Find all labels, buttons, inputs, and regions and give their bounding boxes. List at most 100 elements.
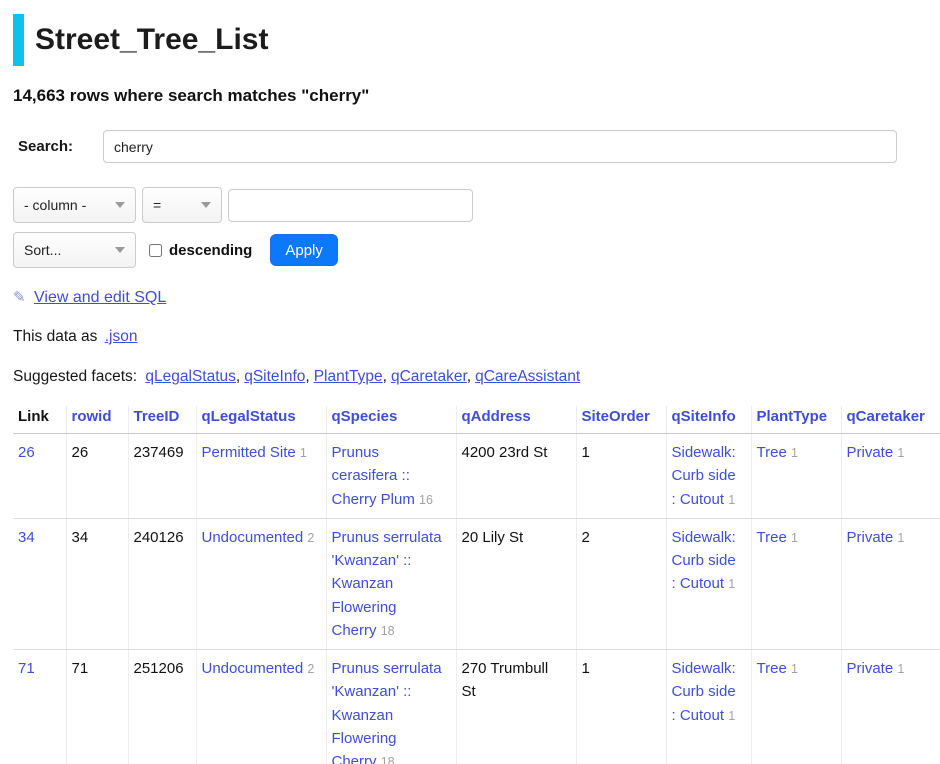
- facet-count: 16: [419, 493, 433, 507]
- cell-link[interactable]: Prunus serrulata 'Kwanzan' :: Kwanzan Fl…: [332, 660, 442, 764]
- column-header-link-PlantType[interactable]: PlantType: [757, 408, 828, 425]
- column-header-link-TreeID[interactable]: TreeID: [134, 408, 180, 425]
- cell-SiteOrder: 1: [576, 434, 666, 519]
- page-header: Street_Tree_List: [13, 14, 940, 66]
- cell-link[interactable]: 71: [18, 660, 35, 677]
- cell-link[interactable]: Tree: [757, 444, 787, 461]
- cell-link[interactable]: 26: [18, 444, 35, 461]
- column-header-link-qSpecies[interactable]: qSpecies: [332, 408, 398, 425]
- cell-link[interactable]: Sidewalk: Curb side : Cutout: [672, 529, 736, 593]
- cell-Link: 71: [13, 650, 66, 764]
- facet-link-qCareAssistant[interactable]: qCareAssistant: [475, 368, 580, 385]
- cell-text: 20 Lily St: [462, 529, 524, 546]
- cell-link[interactable]: Undocumented: [202, 660, 304, 677]
- cell-qCaretaker: Private 1: [841, 518, 940, 649]
- facet-count: 1: [728, 709, 735, 723]
- cell-qLegalStatus: Permitted Site 1: [196, 434, 326, 519]
- column-header-PlantType: PlantType: [751, 406, 841, 434]
- cell-link[interactable]: Private: [847, 660, 894, 677]
- search-label: Search:: [13, 138, 103, 155]
- cell-text: 270 Trumbull St: [462, 660, 549, 700]
- column-header-rowid: rowid: [66, 406, 128, 434]
- filter-op-select[interactable]: =: [142, 187, 222, 223]
- descending-checkbox[interactable]: [149, 244, 162, 257]
- cell-text: 71: [72, 660, 89, 677]
- facet-link-qSiteInfo[interactable]: qSiteInfo: [244, 368, 305, 385]
- cell-qSpecies: Prunus cerasifera :: Cherry Plum 16: [326, 434, 456, 519]
- view-edit-sql-link[interactable]: View and edit SQL: [34, 289, 166, 306]
- sql-line: ✎ View and edit SQL: [13, 288, 940, 307]
- suggested-facets-line: Suggested facets: qLegalStatus,qSiteInfo…: [13, 368, 940, 386]
- facet-count: 1: [728, 577, 735, 591]
- cell-link[interactable]: Prunus serrulata 'Kwanzan' :: Kwanzan Fl…: [332, 529, 442, 639]
- op-select-wrap: =: [142, 187, 222, 223]
- facet-link-qCaretaker[interactable]: qCaretaker: [391, 368, 467, 385]
- cell-text: 240126: [134, 529, 184, 546]
- search-row: Search:: [13, 130, 940, 163]
- cell-Link: 34: [13, 518, 66, 649]
- accent-bar: [13, 14, 24, 66]
- column-header-link-SiteOrder[interactable]: SiteOrder: [582, 408, 650, 425]
- cell-PlantType: Tree 1: [751, 434, 841, 519]
- cell-PlantType: Tree 1: [751, 518, 841, 649]
- sort-select-wrap: Sort...: [13, 232, 136, 268]
- page-title: Street_Tree_List: [35, 23, 268, 57]
- column-header-link-qLegalStatus[interactable]: qLegalStatus: [202, 408, 296, 425]
- descending-label: descending: [169, 242, 252, 259]
- cell-link[interactable]: 34: [18, 529, 35, 546]
- facet-count: 1: [728, 493, 735, 507]
- cell-qAddress: 4200 23rd St: [456, 434, 576, 519]
- sort-row: Sort... descending Apply: [13, 232, 940, 268]
- suggested-facets-prefix: Suggested facets:: [13, 368, 137, 385]
- cell-PlantType: Tree 1: [751, 650, 841, 764]
- facet-link-qLegalStatus[interactable]: qLegalStatus: [145, 368, 236, 385]
- json-link[interactable]: .json: [105, 328, 138, 345]
- facet-count: 18: [381, 755, 395, 764]
- cell-link[interactable]: Tree: [757, 660, 787, 677]
- apply-button[interactable]: Apply: [270, 234, 338, 266]
- facet-link-PlantType[interactable]: PlantType: [314, 368, 383, 385]
- sort-select[interactable]: Sort...: [13, 232, 136, 268]
- filter-value-input[interactable]: [228, 189, 473, 222]
- facet-count: 1: [897, 531, 904, 545]
- cell-qAddress: 20 Lily St: [456, 518, 576, 649]
- column-header-link-qCaretaker[interactable]: qCaretaker: [847, 408, 925, 425]
- filter-column-select[interactable]: - column -: [13, 187, 136, 223]
- facet-count: 2: [307, 662, 314, 676]
- column-header-link-qAddress[interactable]: qAddress: [462, 408, 531, 425]
- filter-row: - column - =: [13, 187, 940, 223]
- facet-count: 2: [307, 531, 314, 545]
- cell-text: 34: [72, 529, 89, 546]
- column-header-qLegalStatus: qLegalStatus: [196, 406, 326, 434]
- search-input[interactable]: [103, 130, 897, 163]
- cell-link[interactable]: Tree: [757, 529, 787, 546]
- cell-link[interactable]: Sidewalk: Curb side : Cutout: [672, 444, 736, 508]
- column-header-qAddress: qAddress: [456, 406, 576, 434]
- table-page: Street_Tree_List 14,663 rows where searc…: [0, 0, 940, 764]
- column-header-Link: Link: [13, 406, 66, 434]
- cell-link[interactable]: Undocumented: [202, 529, 304, 546]
- column-header-link-qSiteInfo[interactable]: qSiteInfo: [672, 408, 736, 425]
- column-header-link-rowid[interactable]: rowid: [72, 408, 112, 425]
- facet-count: 1: [791, 662, 798, 676]
- cell-link[interactable]: Private: [847, 529, 894, 546]
- cell-link[interactable]: Private: [847, 444, 894, 461]
- cell-text: 251206: [134, 660, 184, 677]
- column-header-qSpecies: qSpecies: [326, 406, 456, 434]
- cell-text: 2: [582, 529, 590, 546]
- data-as-prefix: This data as: [13, 328, 97, 345]
- pencil-icon: ✎: [13, 289, 26, 306]
- cell-qSpecies: Prunus serrulata 'Kwanzan' :: Kwanzan Fl…: [326, 518, 456, 649]
- row-count-summary: 14,663 rows where search matches "cherry…: [13, 86, 940, 106]
- cell-text: 4200 23rd St: [462, 444, 548, 461]
- table-row: 2626237469Permitted Site 1Prunus cerasif…: [13, 434, 940, 519]
- cell-qAddress: 270 Trumbull St: [456, 650, 576, 764]
- cell-link[interactable]: Permitted Site: [202, 444, 296, 461]
- cell-link[interactable]: Prunus cerasifera :: Cherry Plum: [332, 444, 415, 508]
- cell-link[interactable]: Sidewalk: Curb side : Cutout: [672, 660, 736, 724]
- cell-qLegalStatus: Undocumented 2: [196, 650, 326, 764]
- cell-SiteOrder: 2: [576, 518, 666, 649]
- cell-rowid: 26: [66, 434, 128, 519]
- cell-TreeID: 251206: [128, 650, 196, 764]
- cell-text: 1: [582, 444, 590, 461]
